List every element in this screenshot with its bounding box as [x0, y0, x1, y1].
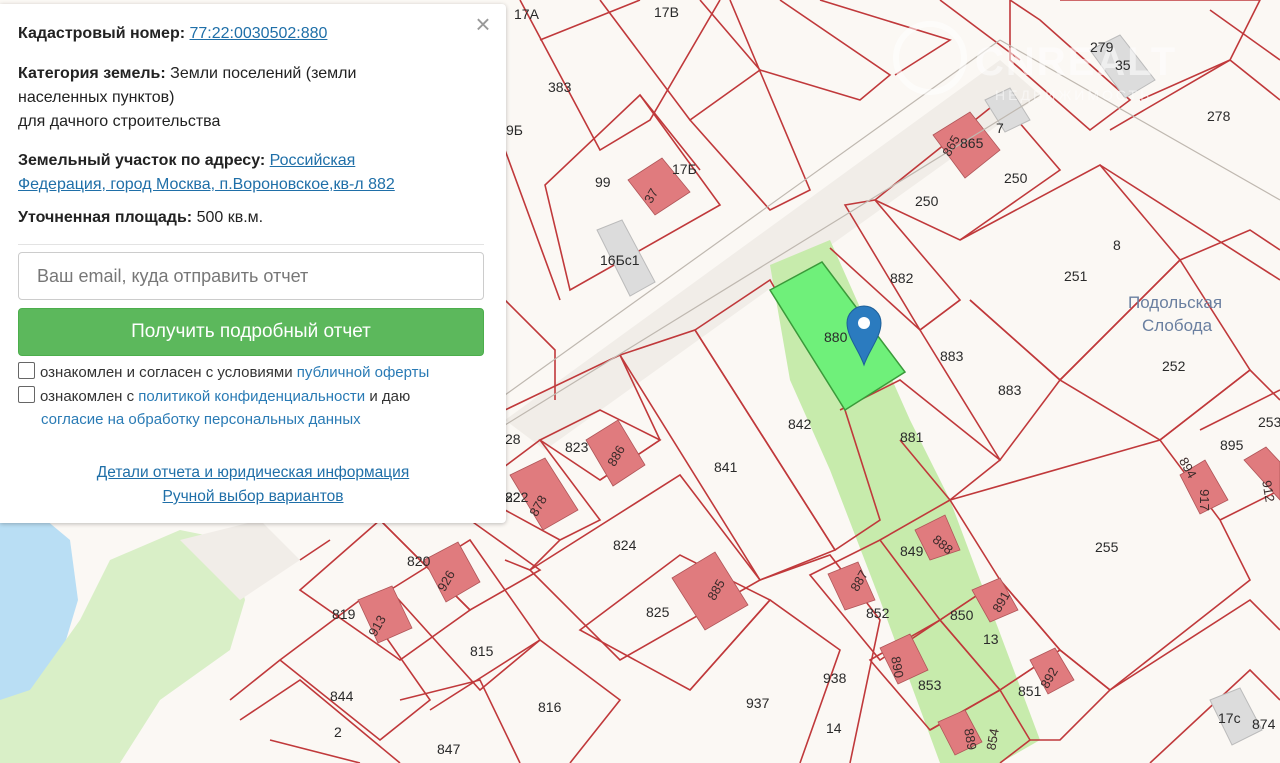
land-category-value-3: для дачного строительства [18, 113, 221, 130]
plot-label: 14 [826, 720, 842, 736]
plot-label: 849 [900, 543, 924, 559]
plot-label: 99 [595, 174, 611, 190]
plot-label: 22 [505, 489, 521, 505]
plot-label: 847 [437, 741, 461, 757]
plot-label: 8 [1113, 237, 1121, 253]
personal-data-consent-link[interactable]: согласие на обработку персональных данны… [41, 411, 361, 428]
plot-label: 850 [950, 607, 974, 623]
manual-selection-link[interactable]: Ручной выбор вариантов [162, 488, 343, 505]
plot-label: 841 [714, 459, 738, 475]
plot-label: 865 [960, 135, 984, 151]
plot-label: 819 [332, 606, 356, 622]
plot-label: 851 [1018, 683, 1042, 699]
plot-label: 895 [1220, 437, 1244, 453]
consent-offer-row: ознакомлен и согласен с условиями публич… [18, 361, 429, 384]
plot-label: 815 [470, 643, 494, 659]
area-label: Уточненная площадь: [18, 209, 193, 226]
svg-text:НЕДВИЖИМОСТЬ: НЕДВИЖИМОСТЬ [995, 87, 1152, 103]
plot-label: 250 [1004, 170, 1028, 186]
get-report-button[interactable]: Получить подробный отчет [18, 308, 484, 356]
consent-privacy-checkbox[interactable] [18, 386, 35, 403]
address-link-2[interactable]: Федерация, город Москва, п.Вороновское,к… [18, 176, 395, 193]
cadastral-number-link[interactable]: 77:22:0030502:880 [190, 25, 328, 42]
area-name: Подольская [1128, 293, 1222, 312]
area-name-line2: Слобода [1142, 316, 1213, 335]
plot-label: 874 [1252, 716, 1276, 732]
manual-row: Ручной выбор вариантов [0, 488, 506, 506]
plot-label: 825 [646, 604, 670, 620]
consent-privacy-text: ознакомлен с [40, 388, 135, 405]
plot-label: 7 [996, 120, 1004, 136]
plot-label: 35 [1115, 57, 1131, 73]
plot-info-panel: × Кадастровый номер: 77:22:0030502:880 К… [0, 4, 506, 523]
public-offer-link[interactable]: публичной оферты [297, 364, 430, 381]
plot-label: 17Б [672, 161, 697, 177]
close-icon[interactable]: × [470, 11, 496, 38]
plot-label: 17с [1218, 710, 1241, 726]
plot-label: 251 [1064, 268, 1088, 284]
address-link[interactable]: Российская [270, 152, 356, 169]
divider [18, 244, 484, 245]
plot-label: 255 [1095, 539, 1119, 555]
plot-label: 279 [1090, 39, 1114, 55]
plot-label: 883 [998, 382, 1022, 398]
consent-offer-checkbox[interactable] [18, 362, 35, 379]
plot-label: 842 [788, 416, 812, 432]
consent-privacy-text-2: и даю [369, 388, 411, 405]
plot-label: 824 [613, 537, 637, 553]
address-row: Земельный участок по адресу: Российская … [18, 149, 468, 197]
plot-label: 17В [654, 4, 679, 20]
plot-label: 844 [330, 688, 354, 704]
address-label: Земельный участок по адресу: [18, 152, 266, 169]
svg-text:CNREALT: CNREALT [975, 40, 1177, 84]
land-category-value-1: Земли поселений (земли [170, 65, 357, 82]
plot-label: 883 [940, 348, 964, 364]
consent-privacy-row: ознакомлен с политикой конфиденциальност… [18, 385, 488, 431]
plot-label: 250 [915, 193, 939, 209]
plot-label: 816 [538, 699, 562, 715]
plot-label: 880 [824, 329, 848, 345]
plot-label: 937 [746, 695, 770, 711]
plot-label: 383 [548, 79, 572, 95]
plot-label: 16Бс1 [600, 252, 640, 268]
privacy-policy-link[interactable]: политикой конфиденциальности [138, 388, 365, 405]
consent-offer-text: ознакомлен и согласен с условиями [40, 364, 293, 381]
plot-label: 823 [565, 439, 589, 455]
plot-label: 278 [1207, 108, 1231, 124]
plot-label: 13 [983, 631, 999, 647]
plot-label: 881 [900, 429, 924, 445]
plot-label: 252 [1162, 358, 1186, 374]
land-category-row: Категория земель: Земли поселений (земли… [18, 62, 468, 134]
plot-label: 253 [1258, 414, 1280, 430]
report-details-link[interactable]: Детали отчета и юридическая информация [97, 464, 409, 481]
cadastral-number-row: Кадастровый номер: 77:22:0030502:880 [18, 22, 468, 46]
area-row: Уточненная площадь: 500 кв.м. [18, 206, 468, 230]
house-label: 917 [1197, 489, 1212, 511]
plot-label: 28 [505, 431, 521, 447]
land-category-value-2: населенных пунктов) [18, 89, 175, 106]
plot-label: 17А [514, 6, 540, 22]
plot-label: 852 [866, 605, 890, 621]
plot-label: 853 [918, 677, 942, 693]
cadastral-number-label: Кадастровый номер: [18, 25, 186, 42]
email-input[interactable] [18, 252, 484, 300]
area-value: 500 кв.м. [196, 209, 264, 226]
plot-label: 938 [823, 670, 847, 686]
land-category-label: Категория земель: [18, 65, 166, 82]
details-row: Детали отчета и юридическая информация [0, 464, 506, 482]
plot-label: 882 [890, 270, 914, 286]
plot-label: 9Б [506, 122, 523, 138]
plot-label: 820 [407, 553, 431, 569]
plot-label: 2 [334, 724, 342, 740]
